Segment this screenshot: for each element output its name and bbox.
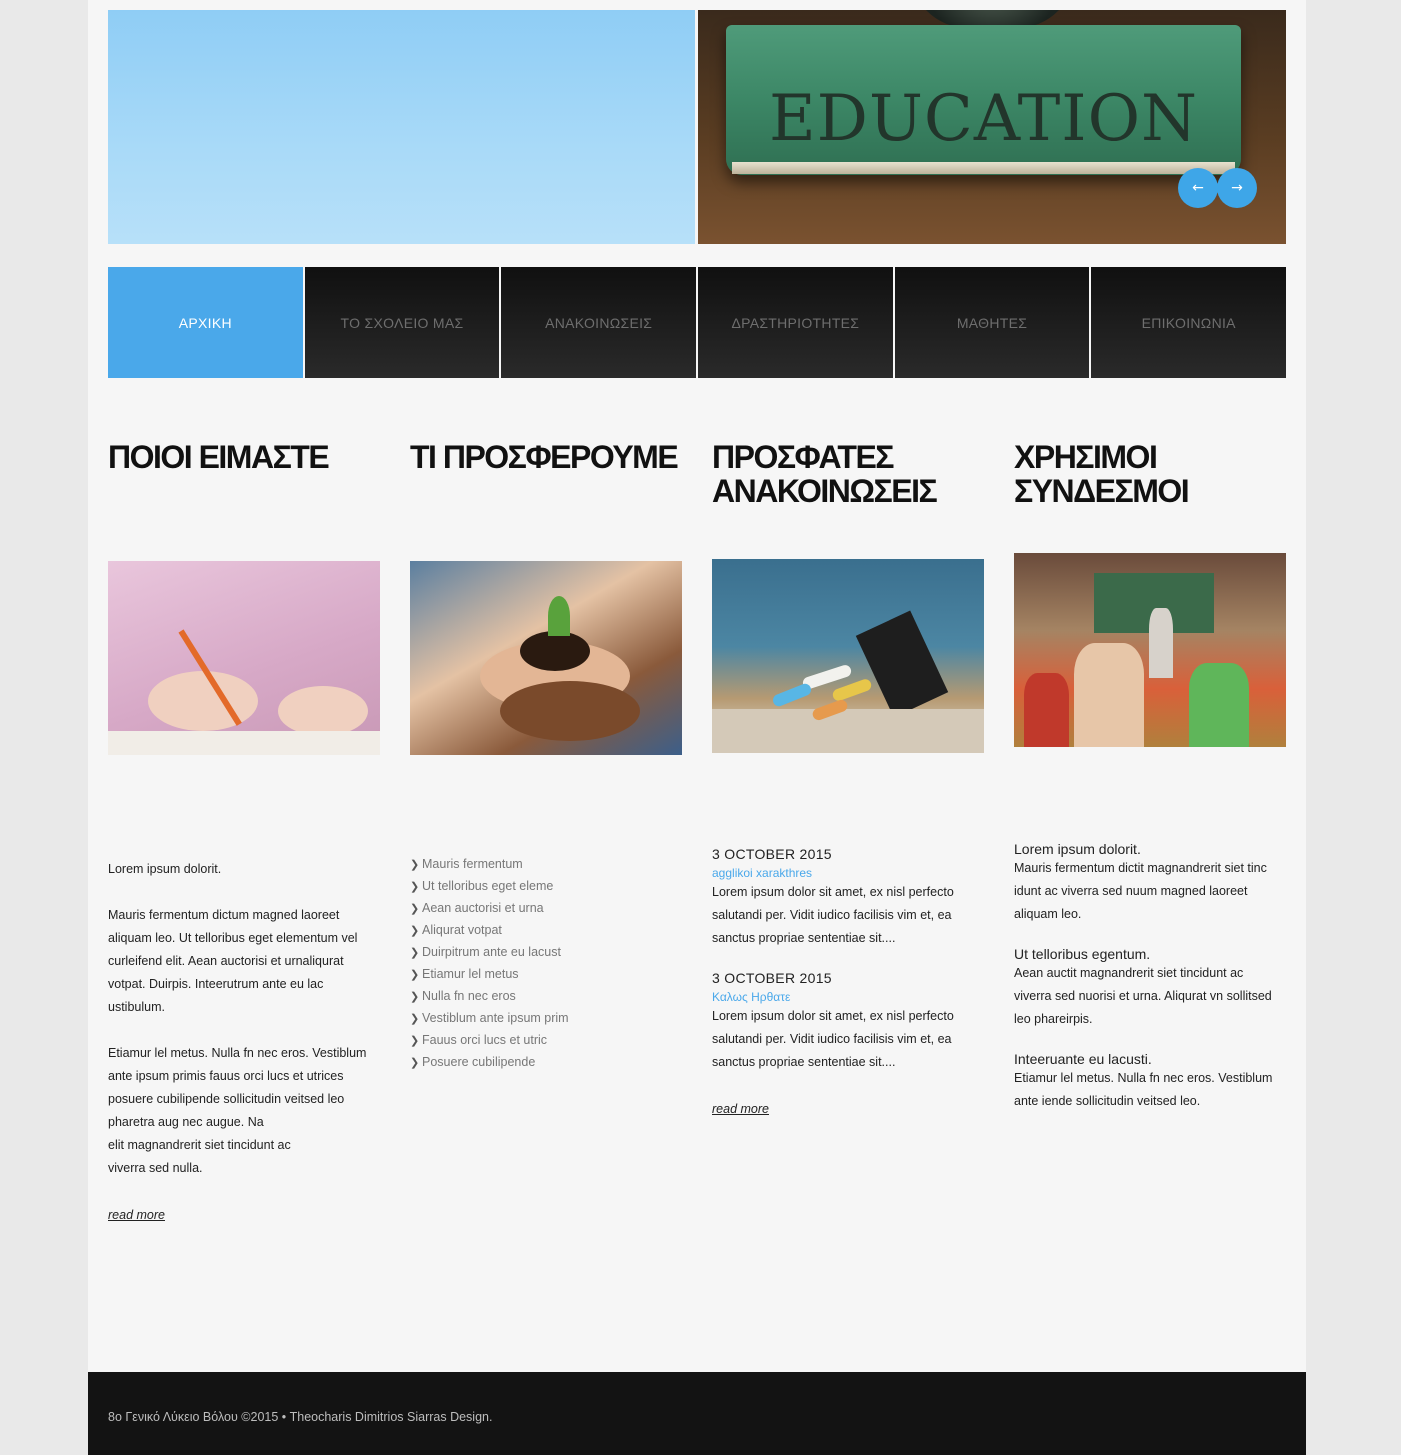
- read-more-link[interactable]: read more: [712, 1102, 769, 1116]
- chevron-right-icon: ❯: [410, 881, 420, 893]
- paper-shape: [108, 731, 380, 755]
- image-hands-sprout: [410, 561, 682, 755]
- slider-next-button[interactable]: →: [1217, 168, 1257, 208]
- chevron-right-icon: ❯: [410, 991, 420, 1003]
- link-block-text: Etiamur lel metus. Nulla fn nec eros. Ve…: [1014, 1071, 1273, 1108]
- chalk-yellow: [831, 677, 873, 703]
- news-excerpt: Lorem ipsum dolor sit amet, ex nisl perf…: [712, 1009, 954, 1069]
- link-block-title[interactable]: Lorem ipsum dolorit.: [1014, 841, 1286, 857]
- column1-body: Lorem ipsum dolorit. Mauris fermentum di…: [108, 858, 380, 1223]
- column-useful-links: ΧΡΗΣΙΜΟΙ ΣΥΝΔΕΣΜΟΙ: [1014, 440, 1286, 508]
- image-writing-hands: [108, 561, 380, 755]
- intro-text: Lorem ipsum dolorit.: [108, 862, 222, 876]
- column-heading: ΧΡΗΣΙΜΟΙ ΣΥΝΔΕΣΜΟΙ: [1014, 439, 1190, 509]
- nav-item-contact[interactable]: ΕΠΙΚΟΙΝΩΝΙΑ: [1091, 267, 1287, 378]
- hand-shape: [278, 686, 368, 736]
- list-item[interactable]: ❯ Nulla fn nec eros: [410, 986, 682, 1008]
- book-graphic: EDUCATION: [726, 25, 1241, 175]
- sprout-shape: [548, 596, 570, 636]
- nav-item-our-school[interactable]: ΤΟ ΣΧΟΛΕΙΟ ΜΑΣ: [304, 267, 500, 378]
- student-shape: [1024, 673, 1069, 747]
- news-date: 3 OCTOBER 2015: [712, 846, 832, 862]
- chevron-right-icon: ❯: [410, 859, 420, 871]
- hero-slider: EDUCATION ← →: [108, 10, 1286, 244]
- column-what-we-offer: ΤΙ ΠΡΟΣΦΕΡΟΥΜΕ: [410, 440, 682, 474]
- chevron-right-icon: ❯: [410, 1013, 420, 1025]
- column-heading: ΠΡΟΣΦΑΤΕΣ ΑΝΑΚΟΙΝΩΣΕΙΣ: [712, 439, 938, 509]
- slider-prev-button[interactable]: ←: [1178, 168, 1218, 208]
- link-block-text: Aean auctit magnandrerit siet tincidunt …: [1014, 966, 1272, 1026]
- hero-image-education-book: EDUCATION ← →: [698, 10, 1286, 244]
- link-block-title[interactable]: Inteeruante eu lacusti.: [1014, 1051, 1286, 1067]
- nav-item-activities[interactable]: ΔΡΑΣΤΗΡΙΟΤΗΤΕΣ: [698, 267, 893, 378]
- hand-shape: [500, 681, 640, 741]
- chevron-right-icon: ❯: [410, 947, 420, 959]
- news-excerpt: Lorem ipsum dolor sit amet, ex nisl perf…: [712, 885, 954, 945]
- list-item[interactable]: ❯ Duirpitrum ante eu lacust: [410, 942, 682, 964]
- eraser-shape: [855, 610, 949, 718]
- column-who-we-are: ΠΟΙΟΙ ΕΙΜΑΣΤΕ: [108, 440, 380, 474]
- paragraph: Etiamur lel metus. Nulla fn nec eros. Ve…: [108, 1046, 367, 1175]
- offer-list: ❯ Mauris fermentum ❯ Ut telloribus eget el…: [410, 854, 682, 1074]
- news-list: 3 OCTOBER 2015 agglikoi xarakthres Lorem…: [712, 846, 984, 1117]
- list-item[interactable]: ❯ Fauus orci lucs et utric: [410, 1030, 682, 1052]
- chevron-right-icon: ❯: [410, 1035, 420, 1047]
- list-item[interactable]: ❯ Mauris fermentum: [410, 854, 682, 876]
- paragraph: Mauris fermentum dictum magned laoreet a…: [108, 908, 358, 1014]
- nav-item-students[interactable]: ΜΑΘΗΤΕΣ: [894, 267, 1090, 378]
- news-title-link[interactable]: Καλως Ηρθατε: [712, 990, 790, 1004]
- link-block: Lorem ipsum dolorit. Mauris fermentum di…: [1014, 841, 1286, 926]
- book-title: EDUCATION: [768, 82, 1199, 156]
- list-item[interactable]: ❯ Vestiblum ante ipsum prim: [410, 1008, 682, 1030]
- image-chalkboard: [712, 559, 984, 753]
- column-heading: ΠΟΙΟΙ ΕΙΜΑΣΤΕ: [108, 439, 330, 475]
- link-block: Ut telloribus egentum. Aean auctit magna…: [1014, 946, 1286, 1031]
- link-block: Inteeruante eu lacusti. Etiamur lel metu…: [1014, 1051, 1286, 1113]
- column-heading: ΤΙ ΠΡΟΣΦΕΡΟΥΜΕ: [410, 439, 679, 475]
- nav-item-announcements[interactable]: ΑΝΑΚΟΙΝΩΣΕΙΣ: [501, 267, 697, 378]
- list-item[interactable]: ❯ Aean auctorisi et urna: [410, 898, 682, 920]
- links-list: Lorem ipsum dolorit. Mauris fermentum di…: [1014, 841, 1286, 1113]
- list-item[interactable]: ❯ Posuere cubilipende: [410, 1052, 682, 1074]
- link-block-title[interactable]: Ut telloribus egentum.: [1014, 946, 1286, 962]
- chevron-right-icon: ❯: [410, 969, 420, 981]
- image-classroom: [1014, 553, 1286, 747]
- read-more-link[interactable]: read more: [108, 1208, 165, 1222]
- chevron-right-icon: ❯: [410, 1057, 420, 1069]
- chevron-right-icon: ❯: [410, 903, 420, 915]
- news-date: 3 OCTOBER 2015: [712, 970, 832, 986]
- soil-shape: [520, 631, 590, 671]
- column-recent-announcements: ΠΡΟΣΦΑΤΕΣ ΑΝΑΚΟΙΝΩΣΕΙΣ: [712, 440, 984, 508]
- news-title-link[interactable]: agglikoi xarakthres: [712, 866, 812, 880]
- site-footer: 8ο Γενικό Λύκειο Βόλου ©2015 • Theochari…: [88, 1372, 1306, 1455]
- nav-item-home[interactable]: ΑΡΧΙΚΗ: [108, 267, 303, 378]
- main-nav: ΑΡΧΙΚΗ ΤΟ ΣΧΟΛΕΙΟ ΜΑΣ ΑΝΑΚΟΙΝΩΣΕΙΣ ΔΡΑΣΤ…: [108, 267, 1287, 378]
- chalk-ledge: [712, 709, 984, 753]
- footer-copyright: 8ο Γενικό Λύκειο Βόλου ©2015 • Theochari…: [108, 1410, 493, 1424]
- book-pages: [732, 162, 1235, 174]
- list-item[interactable]: ❯ Etiamur lel metus: [410, 964, 682, 986]
- chevron-right-icon: ❯: [410, 925, 420, 937]
- teacher-shape: [1149, 608, 1173, 678]
- student-shape: [1074, 643, 1144, 747]
- chalk-blue: [771, 681, 813, 709]
- link-block-text: Mauris fermentum dictit magnandrerit sie…: [1014, 861, 1267, 921]
- list-item[interactable]: ❯ Aliqurat votpat: [410, 920, 682, 942]
- list-item[interactable]: ❯ Ut telloribus eget eleme: [410, 876, 682, 898]
- news-item: 3 OCTOBER 2015 Καλως Ηρθατε Lorem ipsum …: [712, 970, 984, 1074]
- news-item: 3 OCTOBER 2015 agglikoi xarakthres Lorem…: [712, 846, 984, 950]
- student-shape: [1189, 663, 1249, 747]
- hero-image-sky: [108, 10, 695, 244]
